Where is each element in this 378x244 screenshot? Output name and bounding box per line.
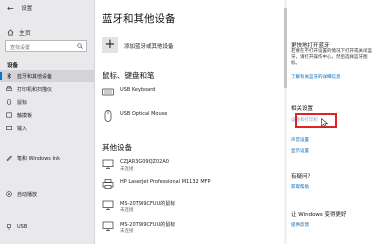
keyboard-icon (102, 88, 114, 96)
device-name: MS-20T9I9CFUU的鼠标 (120, 222, 176, 228)
monitor-icon (102, 200, 114, 210)
sidebar-item-label: USB (17, 224, 28, 230)
sidebar-item-touchpad[interactable]: 触摸板 (0, 109, 94, 121)
back-button[interactable]: ← 设置 (7, 4, 32, 13)
device-item[interactable]: USB Keyboard (102, 84, 277, 104)
sidebar-item-label: 自动播放 (17, 192, 38, 198)
bluetooth-learn-more-link[interactable]: 了解有关蓝牙的详细信息 (291, 74, 341, 80)
sidebar-item-label: 鼠标 (17, 100, 28, 106)
mouse-icon (104, 110, 112, 122)
settings-sidebar: ← 设置 主页 查找设置 设备 蓝牙和其他设备 打印机和扫描仪 鼠标 触摸板 输… (0, 0, 95, 244)
keyboard-icon (6, 126, 12, 130)
app-title: 设置 (21, 6, 33, 12)
get-help-link[interactable]: 获取帮助 (291, 184, 309, 190)
sidebar-item-usb[interactable]: USB (0, 221, 94, 233)
group-title-input-devices: 鼠标、键盘和笔 (102, 71, 155, 80)
feedback-title: 让 Windows 变得更好 (291, 212, 347, 218)
group-title-other-devices: 其他设备 (102, 143, 132, 152)
add-device-label: 添加蓝牙或其他设备 (124, 44, 174, 50)
sidebar-item-label: 笔和 Windows Ink (17, 156, 61, 162)
questions-title: 有疑问？ (291, 174, 314, 180)
plus-icon: + (102, 37, 118, 53)
add-device-button[interactable]: + 添加蓝牙或其他设备 (102, 37, 252, 53)
autoplay-icon (6, 191, 12, 197)
touchpad-icon (6, 112, 12, 118)
monitor-icon (102, 159, 114, 169)
sidebar-item-label: 蓝牙和其他设备 (17, 74, 53, 80)
device-status: 未连接 (120, 229, 134, 234)
scrollbar[interactable] (284, 0, 287, 244)
bluetooth-tip-title: 更快地打开蓝牙 (291, 43, 330, 49)
device-item[interactable]: HP LaserJet Professional M1132 MFP (102, 176, 277, 196)
device-name: USB Optical Mouse (120, 111, 168, 117)
monitor-icon (102, 221, 114, 231)
sidebar-item-label: 触摸板 (17, 113, 33, 119)
sidebar-item-pen[interactable]: 笔和 Windows Ink (0, 152, 94, 164)
sound-settings-link[interactable]: 声音设置 (291, 137, 309, 143)
back-arrow-icon: ← (7, 4, 14, 13)
sidebar-item-bluetooth[interactable]: 蓝牙和其他设备 (0, 70, 94, 82)
main-content: 蓝牙和其他设备 + 添加蓝牙或其他设备 鼠标、键盘和笔 USB Keyboard… (94, 0, 284, 244)
page-title: 蓝牙和其他设备 (102, 13, 176, 25)
sidebar-item-typing[interactable]: 输入 (0, 122, 94, 134)
device-status: 未连接 (120, 167, 134, 172)
bluetooth-icon (7, 73, 11, 79)
device-item[interactable]: USB Optical Mouse (102, 108, 277, 128)
sidebar-item-printers[interactable]: 打印机和扫描仪 (0, 83, 94, 95)
device-name: MS-20T9I9CFUU的鼠标 (120, 201, 176, 207)
sidebar-section-label: 设备 (7, 63, 19, 69)
search-icon (77, 43, 83, 49)
search-placeholder: 查找设置 (10, 45, 31, 51)
home-icon (7, 29, 14, 36)
sidebar-item-autoplay[interactable]: 自动播放 (0, 188, 94, 200)
device-status: 未连接 (120, 208, 134, 213)
pen-icon (6, 155, 12, 161)
annotation-highlight-box (295, 113, 337, 128)
mouse-icon (7, 99, 11, 105)
mouse-cursor-icon (321, 118, 329, 128)
device-name: HP LaserJet Professional M1132 MFP (120, 179, 211, 185)
device-name: USB Keyboard (120, 87, 156, 93)
home-link[interactable]: 主页 (7, 28, 31, 37)
display-settings-link[interactable]: 显示设置 (291, 148, 309, 154)
device-name: CZJAR3G09QZ02A0 (120, 159, 169, 165)
related-settings-title: 相关设置 (291, 106, 314, 112)
sidebar-item-label: 打印机和扫描仪 (17, 87, 53, 93)
search-input[interactable]: 查找设置 (5, 40, 87, 52)
sidebar-item-label: 输入 (17, 126, 28, 132)
device-item[interactable]: MS-20T9I9CFUU的鼠标 未连接 (102, 218, 277, 238)
usb-icon (7, 224, 11, 230)
device-item[interactable]: CZJAR3G09QZ02A0 未连接 (102, 156, 277, 176)
scrollbar-thumb[interactable] (284, 8, 287, 88)
printer-icon (102, 179, 114, 189)
printer-icon (6, 86, 12, 91)
home-label: 主页 (18, 30, 31, 37)
device-item[interactable]: MS-20T9I9CFUU的鼠标 未连接 (102, 197, 277, 217)
bluetooth-tip-text: 若要在不打开设置的情况下打开或关闭蓝牙，请打开操作中心，然后选择蓝牙图标。 (291, 49, 372, 66)
sidebar-item-mouse[interactable]: 鼠标 (0, 96, 94, 108)
give-feedback-link[interactable]: 提供反馈 (291, 222, 309, 228)
